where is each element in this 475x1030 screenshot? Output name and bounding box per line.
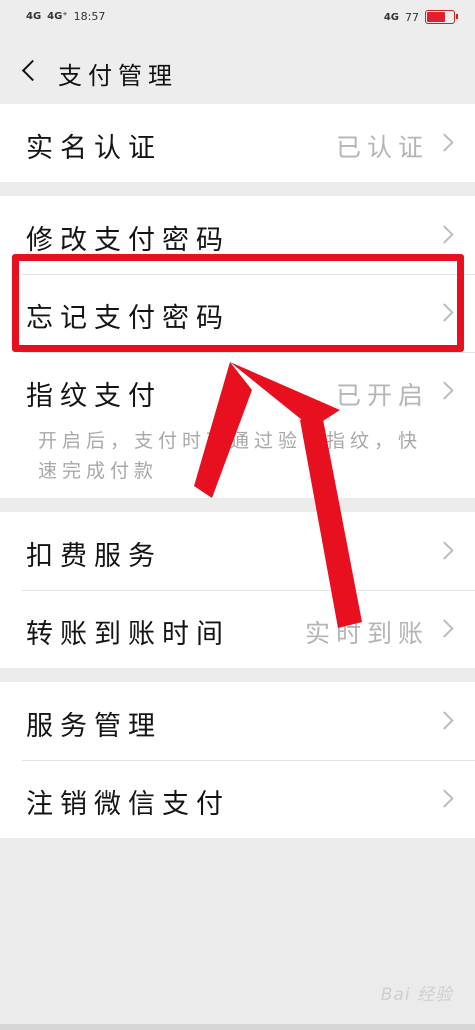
page-title: 支付管理	[58, 62, 178, 90]
settings-group-identity: 实名认证 已认证	[0, 104, 475, 182]
signal-indicator-2: 4G⁺	[47, 11, 68, 22]
row-cancel-wechat-pay[interactable]: 注销微信支付	[0, 760, 475, 838]
chevron-right-icon	[435, 619, 454, 638]
status-time: 18:57	[73, 10, 106, 23]
status-bar: 4G 4G⁺ 18:57 4G 77	[0, 0, 475, 36]
row-service-management[interactable]: 服务管理	[0, 682, 475, 760]
row-real-name-verification[interactable]: 实名认证 已认证	[0, 104, 475, 182]
row-value: 实时到账	[304, 619, 429, 648]
battery-icon	[425, 10, 458, 24]
chevron-right-icon	[435, 133, 454, 152]
bottom-strip	[0, 1024, 475, 1030]
signal-indicator: 4G	[26, 11, 42, 22]
battery-percent: 77	[405, 10, 419, 24]
row-label: 忘记支付密码	[26, 303, 230, 334]
row-label: 实名认证	[26, 133, 162, 164]
row-deduction-service[interactable]: 扣费服务	[0, 512, 475, 590]
row-change-pay-password[interactable]: 修改支付密码	[0, 196, 475, 274]
row-label: 修改支付密码	[26, 225, 230, 256]
row-fingerprint-pay[interactable]: 指纹支付 已开启 开启后，支付时可通过验证指纹，快速完成付款	[0, 352, 475, 498]
chevron-right-icon	[435, 789, 454, 808]
chevron-right-icon	[435, 381, 454, 400]
network-indicator: 4G	[383, 11, 399, 23]
row-value: 已开启	[335, 381, 429, 410]
row-description: 开启后，支付时可通过验证指纹，快速完成付款	[38, 430, 423, 482]
row-label: 服务管理	[26, 711, 162, 742]
row-label: 扣费服务	[26, 541, 162, 572]
row-value: 已认证	[335, 133, 429, 162]
chevron-right-icon	[435, 711, 454, 730]
row-label: 指纹支付	[26, 381, 162, 412]
chevron-right-icon	[435, 225, 454, 244]
settings-group-management: 服务管理 注销微信支付	[0, 682, 475, 838]
chevron-right-icon	[435, 541, 454, 560]
watermark: Bai 经验	[380, 985, 453, 1005]
row-label: 注销微信支付	[26, 789, 230, 820]
row-forgot-pay-password[interactable]: 忘记支付密码	[0, 274, 475, 352]
row-transfer-arrival-time[interactable]: 转账到账时间 实时到账	[0, 590, 475, 668]
row-label: 转账到账时间	[26, 619, 230, 650]
navigation-bar: 支付管理	[0, 36, 475, 104]
chevron-left-icon	[21, 59, 43, 81]
settings-group-password: 修改支付密码 忘记支付密码 指纹支付 已开启 开启后，支付时可通过验证指纹，快速…	[0, 196, 475, 498]
back-button[interactable]	[14, 53, 44, 87]
settings-group-services: 扣费服务 转账到账时间 实时到账	[0, 512, 475, 668]
chevron-right-icon	[435, 303, 454, 322]
